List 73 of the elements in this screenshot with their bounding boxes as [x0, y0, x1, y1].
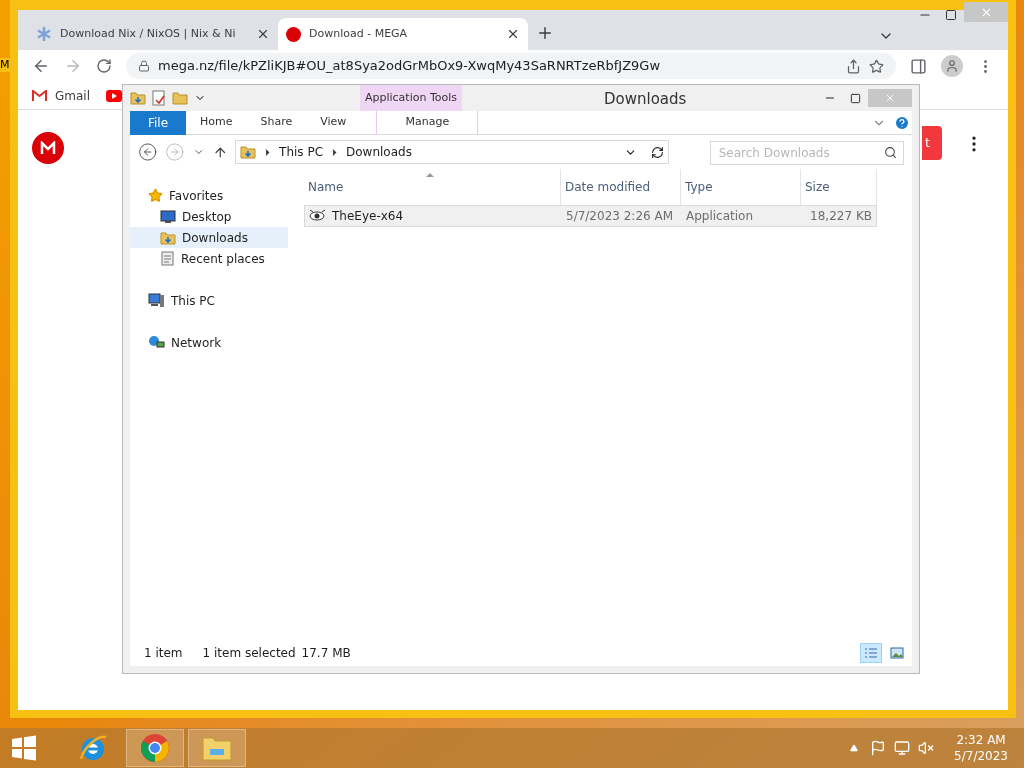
breadcrumb-item[interactable]: Downloads	[346, 143, 412, 161]
refresh-icon[interactable]	[650, 145, 664, 159]
side-panel-icon[interactable]	[910, 57, 927, 75]
table-cell-text: Application	[685, 208, 755, 225]
download-folder-icon	[160, 229, 176, 246]
network-icon[interactable]	[894, 740, 911, 756]
nav-item[interactable]: Network	[130, 332, 288, 353]
nav-item[interactable]: Recent places	[130, 248, 288, 269]
browser-e-icon	[78, 733, 108, 763]
flag-icon[interactable]	[870, 740, 887, 756]
nav-item[interactable]: Downloads	[130, 227, 288, 248]
table-cell-text: 18,227 KB	[809, 208, 873, 225]
properties-icon[interactable]	[152, 90, 166, 106]
file-tab[interactable]: File	[130, 110, 186, 135]
muted-speaker-icon[interactable]	[918, 740, 935, 756]
star-icon	[148, 188, 163, 203]
download-button[interactable]: t	[922, 126, 942, 160]
bookmark-star-icon[interactable]	[869, 58, 884, 74]
computer-icon	[148, 293, 165, 308]
contextual-tab-header: Application Tools	[360, 85, 462, 111]
monitor-icon	[160, 209, 176, 224]
close-icon[interactable]	[256, 27, 270, 41]
taskbar-button[interactable]	[126, 729, 184, 767]
folder-icon	[172, 90, 188, 106]
share-icon[interactable]	[846, 58, 861, 74]
browser-tab[interactable]: Download Nix / NixOS | Nix & Ni	[28, 18, 278, 50]
address-bar[interactable]: mega.nz/file/kPZliKJB#OU_at8Sya2odGrMbOx9-XwqMy43SaRNRTzeRbfJZ9Gw	[126, 53, 896, 79]
application-icon	[309, 209, 326, 223]
image-icon	[890, 647, 904, 659]
ribbon-tab[interactable]: Home	[186, 110, 247, 135]
status-text: 17.7 MB	[301, 645, 351, 662]
nav-item[interactable]: This PC	[130, 290, 288, 311]
browser-tab[interactable]: Download - MEGA	[278, 18, 528, 50]
nav-item[interactable]: Favorites	[130, 185, 288, 206]
list-icon	[864, 647, 878, 659]
search-field[interactable]: Search Downloads	[709, 141, 904, 165]
windows-start-icon[interactable]	[11, 735, 37, 761]
close-icon[interactable]	[506, 27, 520, 41]
maximize-icon[interactable]	[945, 9, 957, 21]
chrome-icon	[140, 733, 170, 763]
ribbon-tab[interactable]: View	[306, 110, 361, 135]
table-cell-text: 5/7/2023 2:26 AM	[565, 208, 675, 225]
search-icon[interactable]	[884, 146, 897, 159]
back-icon[interactable]	[138, 142, 158, 162]
folder-icon	[202, 735, 232, 761]
address-bar[interactable]: This PC Downloads	[235, 140, 669, 164]
breadcrumb-item[interactable]: This PC	[279, 143, 323, 161]
maximize-icon[interactable]	[850, 92, 861, 104]
snowflake-icon	[36, 26, 52, 42]
desktop-text: M	[0, 58, 10, 72]
reload-icon[interactable]	[96, 58, 112, 74]
profile-icon[interactable]	[941, 55, 963, 77]
download-folder-icon	[240, 144, 257, 160]
download-folder-icon	[130, 90, 146, 106]
sort-arrow-icon	[426, 173, 434, 177]
ribbon-tab[interactable]: Manage	[376, 110, 479, 135]
status-text: 1 item	[144, 645, 183, 662]
back-icon[interactable]	[32, 57, 50, 75]
status-text: 1 item selected	[202, 645, 296, 662]
file-row[interactable]: TheEye-x64 5/7/2023 2:26 AM Application 18,227 KB	[304, 205, 877, 227]
nav-item[interactable]: Desktop	[130, 206, 288, 227]
video-play-icon[interactable]	[106, 89, 122, 102]
bookmark[interactable]: Gmail	[32, 86, 90, 105]
help-icon[interactable]	[894, 115, 910, 131]
mail-icon	[32, 89, 47, 102]
new-tab-icon[interactable]	[536, 24, 554, 42]
window-title: Downloads	[604, 89, 687, 110]
show-hidden-icons-icon[interactable]	[850, 744, 859, 752]
document-icon	[160, 251, 175, 266]
lock-icon[interactable]	[138, 60, 150, 72]
file-name: TheEye-x64	[332, 208, 404, 225]
ribbon-tab[interactable]: Share	[246, 110, 307, 135]
network-icon	[148, 335, 165, 350]
